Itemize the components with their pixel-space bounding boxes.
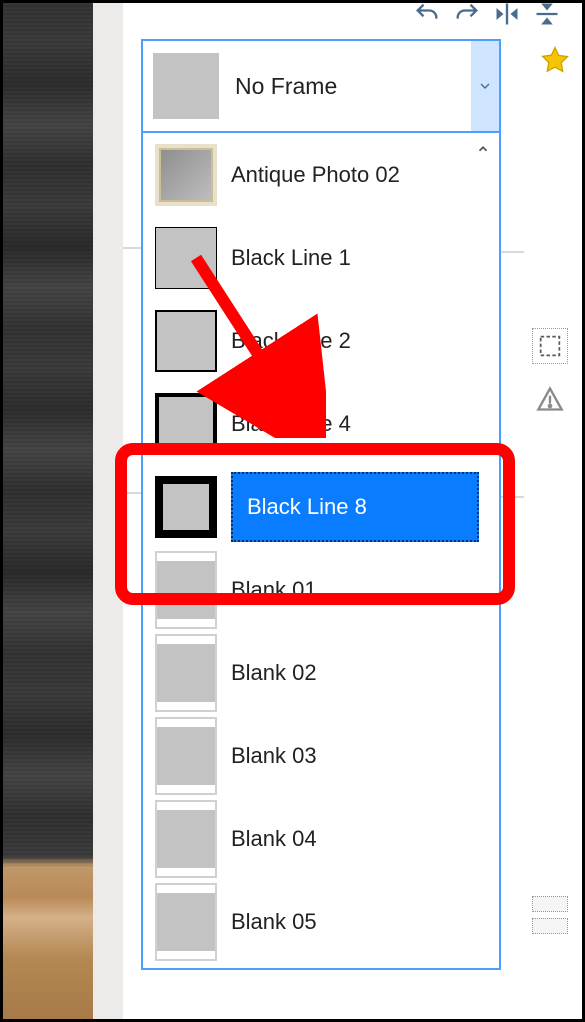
flip-vertical-icon[interactable] bbox=[532, 0, 562, 29]
frame-thumb bbox=[155, 476, 217, 538]
warning-icon[interactable] bbox=[532, 381, 568, 417]
frame-dropdown-header[interactable]: No Frame bbox=[143, 41, 499, 133]
frame-thumb bbox=[155, 310, 217, 372]
panel-divider bbox=[123, 492, 141, 494]
frame-option-label: Blank 03 bbox=[231, 743, 317, 769]
undo-icon[interactable] bbox=[412, 0, 442, 29]
frame-option-blank-01[interactable]: Blank 01 bbox=[143, 548, 499, 631]
frame-option-antique-photo-02[interactable]: Antique Photo 02 bbox=[143, 133, 499, 216]
frame-thumb bbox=[155, 144, 217, 206]
scroll-up-icon[interactable] bbox=[473, 139, 493, 159]
frame-thumb bbox=[155, 642, 217, 704]
frame-option-selected-highlight: Black Line 8 bbox=[231, 472, 479, 542]
frame-dropdown: No Frame Antique Photo 02 Black Line 1 B… bbox=[141, 39, 501, 970]
frame-option-label: Black Line 1 bbox=[231, 245, 351, 271]
favorite-star-icon[interactable] bbox=[540, 45, 570, 80]
frame-option-label: Antique Photo 02 bbox=[231, 162, 400, 188]
frame-option-label: Black Line 8 bbox=[247, 494, 367, 519]
slot[interactable] bbox=[532, 896, 568, 912]
slot[interactable] bbox=[532, 918, 568, 934]
frame-option-blank-04[interactable]: Blank 04 bbox=[143, 797, 499, 880]
frame-option-black-line-1[interactable]: Black Line 1 bbox=[143, 216, 499, 299]
chevron-down-icon[interactable] bbox=[471, 41, 499, 131]
frame-option-blank-05[interactable]: Blank 05 bbox=[143, 880, 499, 963]
frame-option-blank-03[interactable]: Blank 03 bbox=[143, 714, 499, 797]
frame-thumb bbox=[153, 53, 219, 119]
frame-thumb bbox=[155, 393, 217, 455]
frame-option-black-line-4[interactable]: Black Line 4 bbox=[143, 382, 499, 465]
frame-option-label: Blank 05 bbox=[231, 909, 317, 935]
frame-option-label: Black Line 4 bbox=[231, 411, 351, 437]
frame-dropdown-list: Antique Photo 02 Black Line 1 Black Line… bbox=[143, 133, 499, 968]
canvas-image-strip bbox=[3, 3, 93, 1019]
frame-option-label: Blank 04 bbox=[231, 826, 317, 852]
right-slot-group bbox=[532, 896, 568, 934]
toolbar-top bbox=[412, 0, 562, 29]
frame-thumb bbox=[155, 559, 217, 621]
frame-option-label: Blank 02 bbox=[231, 660, 317, 686]
frame-selected-label: No Frame bbox=[235, 73, 471, 100]
frame-option-blank-02[interactable]: Blank 02 bbox=[143, 631, 499, 714]
frame-thumb bbox=[155, 725, 217, 787]
flip-horizontal-icon[interactable] bbox=[492, 0, 522, 29]
selection-tool-button[interactable] bbox=[532, 328, 568, 364]
panel-margin bbox=[93, 3, 123, 1019]
frame-thumb bbox=[155, 891, 217, 953]
frame-option-label: Blank 01 bbox=[231, 577, 317, 603]
frame-option-black-line-8[interactable]: Black Line 8 bbox=[143, 465, 499, 548]
frame-thumb bbox=[155, 227, 217, 289]
panel-divider bbox=[123, 247, 141, 249]
redo-icon[interactable] bbox=[452, 0, 482, 29]
frame-thumb bbox=[155, 808, 217, 870]
frame-option-label: Black Line 2 bbox=[231, 328, 351, 354]
frame-option-black-line-2[interactable]: Black Line 2 bbox=[143, 299, 499, 382]
